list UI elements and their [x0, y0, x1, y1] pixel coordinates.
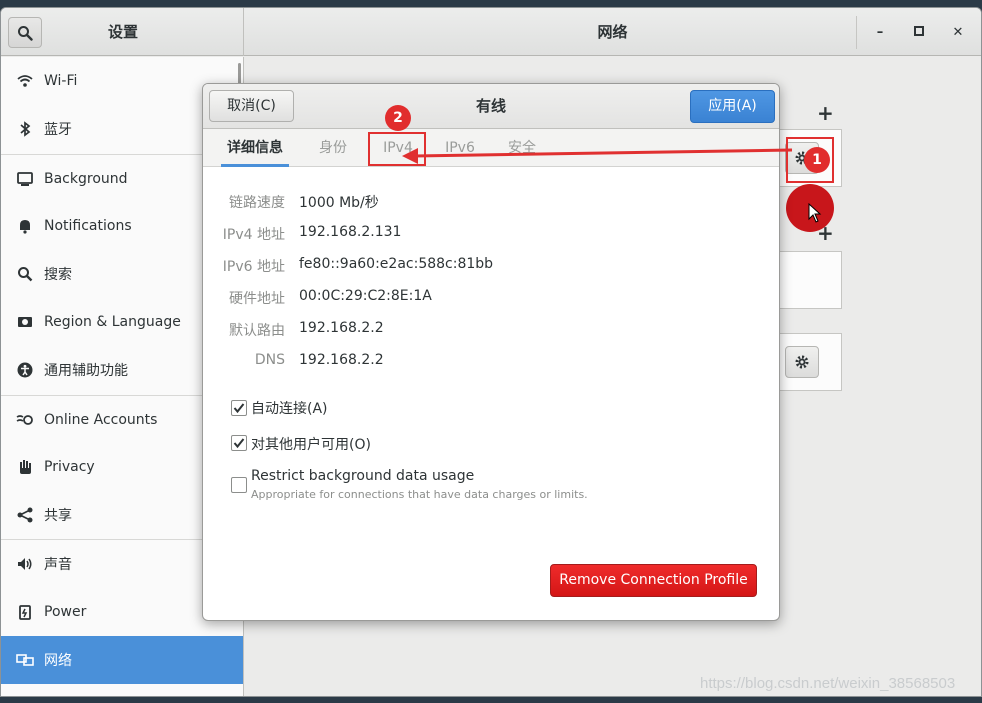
remove-connection-profile-button[interactable]: Remove Connection Profile: [550, 564, 757, 597]
header-bar: 设置 网络 – ✕: [1, 8, 981, 56]
header-left-pane: 设置: [1, 8, 244, 56]
detail-row: DNS 192.168.2.2: [203, 352, 779, 374]
network-icon: [15, 650, 35, 670]
detail-value: 00:0C:29:C2:8E:1A: [299, 288, 432, 304]
watermark: https://blog.csdn.net/weixin_38568503: [700, 675, 956, 692]
search-button[interactable]: [8, 17, 42, 48]
detail-row: IPv4 地址 192.168.2.131: [203, 224, 779, 246]
vpn-card: [779, 251, 842, 309]
detail-row: 硬件地址 00:0C:29:C2:8E:1A: [203, 288, 779, 310]
detail-label: DNS: [254, 352, 285, 368]
detail-label: IPv6 地址: [222, 259, 285, 275]
search-icon: [15, 264, 35, 284]
close-button[interactable]: ✕: [945, 20, 971, 46]
detail-value: 192.168.2.2: [299, 352, 384, 368]
tab-identity[interactable]: 身份: [311, 129, 355, 167]
wifi-icon: [15, 71, 35, 91]
restrict-background-checkbox[interactable]: [231, 477, 247, 493]
detail-value: 192.168.2.2: [299, 320, 384, 336]
search-icon: [18, 25, 33, 41]
sidebar-item-label: Online Accounts: [44, 411, 158, 428]
sidebar-item-label: Region & Language: [44, 314, 181, 330]
detail-label: 硬件地址: [229, 291, 285, 307]
add-connection-button[interactable]: +: [817, 101, 834, 125]
proxy-settings-button[interactable]: [785, 346, 819, 378]
sidebar-item-network[interactable]: 网络: [1, 636, 243, 684]
dialog-header: 取消(C) 有线 应用(A): [203, 84, 779, 129]
region-icon: [15, 312, 35, 332]
sidebar-item-label: 搜索: [44, 267, 72, 283]
checkmark-icon: [233, 438, 245, 449]
background-icon: [15, 169, 35, 189]
sidebar-item-label: Power: [44, 604, 87, 620]
detail-label: IPv4 地址: [222, 227, 285, 243]
auto-connect-label: 自动连接(A): [251, 401, 328, 417]
tab-details[interactable]: 详细信息: [221, 129, 289, 167]
available-to-all-checkbox[interactable]: [231, 435, 247, 451]
header-separator: [856, 16, 857, 49]
gear-icon: [795, 355, 809, 369]
detail-row: IPv6 地址 fe80::9a60:e2ac:588c:81bb: [203, 256, 779, 278]
proxy-card: [779, 333, 842, 391]
maximize-button[interactable]: [906, 20, 932, 46]
detail-value: 192.168.2.131: [299, 224, 402, 240]
power-icon: [15, 602, 35, 622]
sidebar-item-label: 蓝牙: [44, 122, 72, 138]
restrict-background-description: Appropriate for connections that have da…: [251, 488, 588, 501]
checkmark-icon: [233, 403, 245, 414]
sidebar-item-label: 通用辅助功能: [44, 363, 128, 379]
detail-value: fe80::9a60:e2ac:588c:81bb: [299, 256, 494, 272]
minimize-button[interactable]: –: [867, 20, 893, 46]
annotation-step-2: 2: [385, 105, 411, 131]
settings-title: 设置: [107, 23, 138, 41]
annotation-step-1: 1: [804, 147, 830, 173]
detail-row: 链路速度 1000 Mb/秒: [203, 192, 779, 214]
restrict-background-label: Restrict background data usage: [251, 468, 475, 484]
sidebar-item-label: 共享: [44, 508, 72, 524]
detail-row: 默认路由 192.168.2.2: [203, 320, 779, 342]
bell-icon: [15, 216, 35, 236]
accessibility-icon: [15, 360, 35, 380]
cancel-button[interactable]: 取消(C): [209, 90, 294, 122]
detail-value: 1000 Mb/秒: [299, 195, 379, 211]
sidebar-item-label: 网络: [44, 653, 72, 669]
bluetooth-icon: [15, 119, 35, 139]
sidebar-item-label: 声音: [44, 556, 72, 573]
mouse-cursor-icon: [808, 203, 822, 223]
online-accounts-icon: [15, 410, 35, 430]
sidebar-item-label: Notifications: [44, 218, 132, 234]
sidebar-item-label: Privacy: [44, 459, 95, 475]
speaker-icon: [15, 554, 35, 574]
apply-button[interactable]: 应用(A): [690, 90, 775, 123]
available-to-all-label: 对其他用户可用(O): [251, 437, 371, 453]
share-icon: [15, 505, 35, 525]
detail-label: 默认路由: [229, 323, 285, 339]
sidebar-item-label: Wi-Fi: [44, 73, 78, 89]
auto-connect-checkbox[interactable]: [231, 400, 247, 416]
annotation-arrow: [402, 148, 793, 164]
hand-icon: [15, 457, 35, 477]
detail-label: 链路速度: [229, 195, 285, 211]
sidebar-item-label: Background: [44, 170, 128, 187]
dialog-title: 有线: [475, 97, 506, 115]
maximize-icon: [914, 26, 924, 36]
